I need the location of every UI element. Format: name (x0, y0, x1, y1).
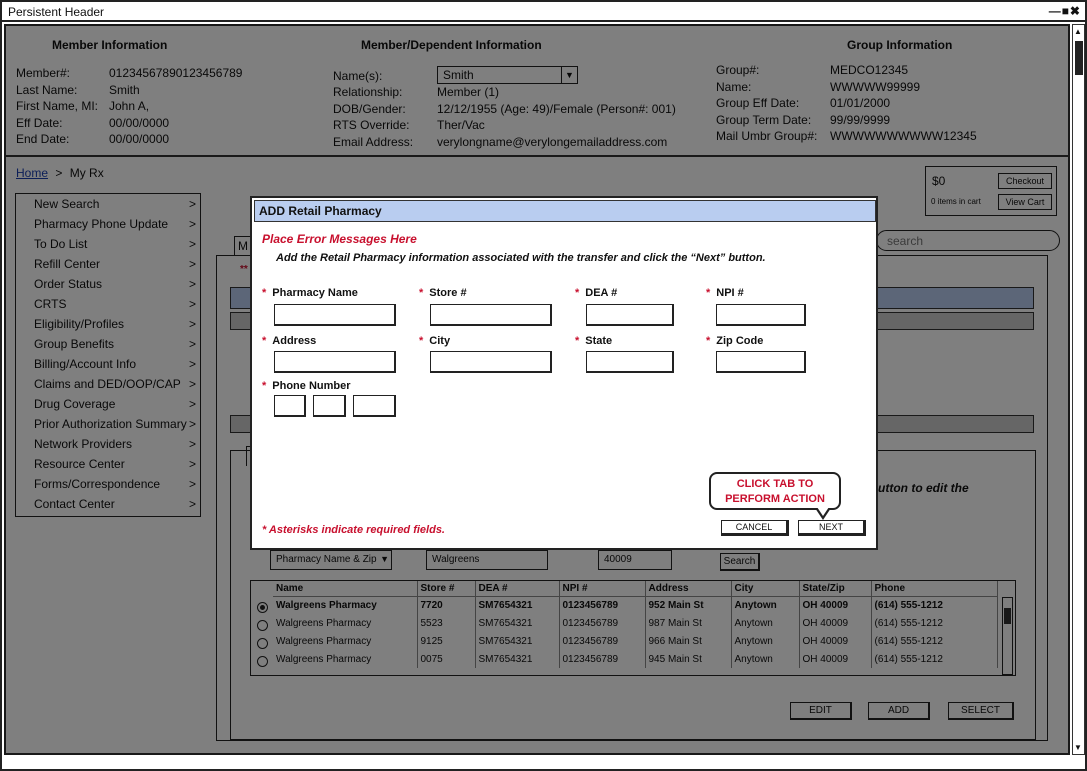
dea-input[interactable] (586, 304, 674, 326)
phone-number-label: * Phone Number (262, 380, 351, 392)
phone-number-label-text: Phone Number (272, 380, 351, 392)
address-label: * Address (262, 335, 316, 347)
required-asterisk: * (575, 287, 580, 299)
window-controls[interactable]: —■✖ (1049, 4, 1081, 18)
required-asterisk: * (419, 287, 424, 299)
required-asterisk: * (706, 287, 711, 299)
required-asterisk: * (575, 335, 580, 347)
store-label-text: Store # (429, 287, 467, 299)
required-asterisk: * (262, 380, 267, 392)
npi-label: * NPI # (706, 287, 744, 299)
dialog-instructions: Add the Retail Pharmacy information asso… (276, 252, 766, 264)
state-input[interactable] (586, 351, 674, 373)
scroll-down-icon[interactable]: ▼ (1074, 743, 1082, 752)
page-scrollbar[interactable]: ▲ ▼ (1072, 24, 1085, 755)
npi-label-text: NPI # (716, 287, 744, 299)
zip-code-input[interactable] (716, 351, 806, 373)
required-asterisk: * (262, 335, 267, 347)
required-asterisk: * (262, 287, 267, 299)
city-label-text: City (429, 335, 451, 347)
window-titlebar: Persistent Header —■✖ (2, 2, 1085, 22)
store-label: * Store # (419, 287, 467, 299)
add-retail-pharmacy-dialog: ADD Retail Pharmacy Place Error Messages… (250, 196, 878, 550)
required-asterisk: * (419, 335, 424, 347)
required-fields-note: * Asterisks indicate required fields. (262, 524, 445, 536)
zip-code-label-text: Zip Code (716, 335, 764, 347)
city-label: * City (419, 335, 450, 347)
pharmacy-name-label: * Pharmacy Name (262, 287, 358, 299)
store-input[interactable] (430, 304, 552, 326)
phone-line-input[interactable] (353, 395, 396, 417)
state-label: * State (575, 335, 612, 347)
phone-area-code-input[interactable] (274, 395, 306, 417)
dea-label-text: DEA # (585, 287, 618, 299)
cancel-button[interactable]: CANCEL (721, 520, 789, 536)
window-title: Persistent Header (8, 5, 105, 19)
next-button[interactable]: NEXT (798, 520, 866, 536)
required-asterisk: * (706, 335, 711, 347)
pharmacy-name-label-text: Pharmacy Name (272, 287, 358, 299)
dea-label: * DEA # (575, 287, 617, 299)
pharmacy-name-input[interactable] (274, 304, 396, 326)
dialog-title: ADD Retail Pharmacy (254, 200, 876, 222)
state-label-text: State (585, 335, 613, 347)
click-tab-callout: CLICK TAB TO PERFORM ACTION (709, 472, 841, 510)
scroll-thumb[interactable] (1075, 41, 1083, 75)
phone-prefix-input[interactable] (313, 395, 346, 417)
error-message-area: Place Error Messages Here (262, 232, 417, 246)
callout-tail-fill (817, 507, 829, 516)
address-label-text: Address (272, 335, 317, 347)
npi-input[interactable] (716, 304, 806, 326)
address-input[interactable] (274, 351, 396, 373)
scroll-up-icon[interactable]: ▲ (1074, 27, 1082, 36)
city-input[interactable] (430, 351, 552, 373)
zip-code-label: * Zip Code (706, 335, 763, 347)
